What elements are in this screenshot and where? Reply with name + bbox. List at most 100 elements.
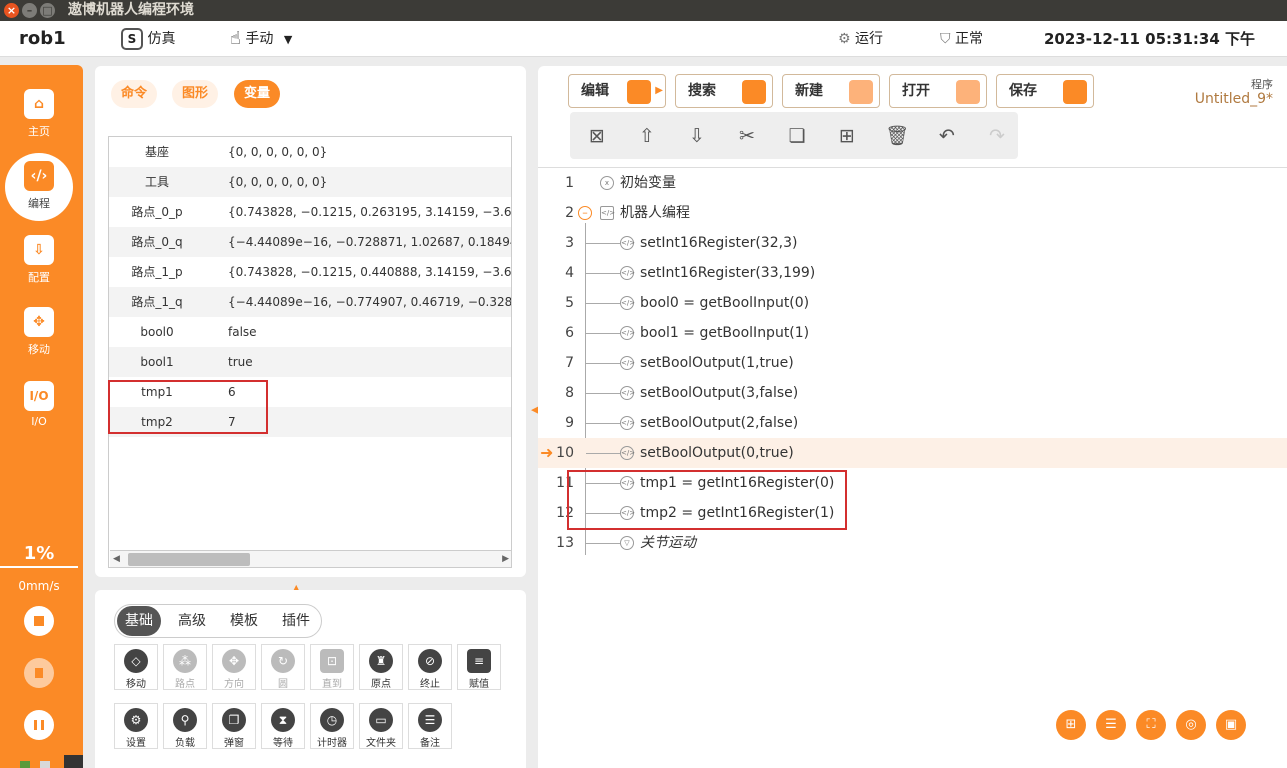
step-button[interactable] (24, 658, 54, 688)
cmd-circle-button[interactable]: ↻ 圆 (261, 644, 305, 690)
table-row[interactable]: 路点_0_q {−4.44089e−16, −0.728871, 1.02687,… (109, 227, 511, 257)
cmd-timer-button[interactable]: ◷ 计时器 (310, 703, 354, 749)
cmd-waypoint-button[interactable]: ⁂ 路点 (163, 644, 207, 690)
move-down-icon[interactable]: ⇩ (685, 124, 709, 148)
program-line[interactable]: 8 </> setBoolOutput(3,false) (538, 378, 1287, 408)
tab-commands[interactable]: 命令 (111, 80, 158, 108)
program-line[interactable]: 2– </> 机器人编程 (538, 198, 1287, 228)
var-value: {0, 0, 0, 0, 0, 0} (228, 145, 328, 159)
speed-percent[interactable]: 1% (0, 543, 78, 568)
table-row[interactable]: bool0 false (109, 317, 511, 347)
nav-io[interactable]: I/O I/O (0, 381, 78, 428)
table-row[interactable]: 路点_0_p {0.743828, −0.1215, 0.263195, 3.14… (109, 197, 511, 227)
trash-icon[interactable]: 🗑 (885, 124, 909, 148)
save-button[interactable]: 保存 (996, 74, 1094, 108)
table-row[interactable]: 工具 {0, 0, 0, 0, 0, 0} (109, 167, 511, 197)
line-text: 关节运动 (640, 535, 696, 551)
line-number: 6 (565, 325, 574, 341)
cmd-origin-button[interactable]: ♜ 原点 (359, 644, 403, 690)
cmd-label: 备注 (420, 738, 440, 749)
table-row[interactable]: 路点_1_q {−4.44089e−16, −0.774907, 0.46719,… (109, 287, 511, 317)
program-line[interactable]: 3 </> setInt16Register(32,3) (538, 228, 1287, 258)
cmd-comment-button[interactable]: ☰ 备注 (408, 703, 452, 749)
mode-dropdown[interactable]: ☝ 手动 ▼ (230, 21, 292, 57)
cmd-folder-button[interactable]: ▭ 文件夹 (359, 703, 403, 749)
line-text: setBoolOutput(3,false) (640, 385, 799, 401)
nav-move[interactable]: ✥ 移动 (0, 307, 78, 357)
tree-view-icon[interactable]: ⊞ (1056, 710, 1086, 740)
search-button[interactable]: 搜索 (675, 74, 773, 108)
mode-label: 手动 (245, 31, 274, 47)
tab-template[interactable]: 模板 (222, 606, 266, 636)
program-line[interactable]: 7 </> setBoolOutput(1,true) (538, 348, 1287, 378)
fullscreen-icon[interactable]: ⛶ (1136, 710, 1166, 740)
redo-icon[interactable]: ↷ (985, 124, 1009, 148)
list-view-icon[interactable]: ☰ (1096, 710, 1126, 740)
tab-basic[interactable]: 基础 (117, 606, 161, 636)
tab-variables[interactable]: 变量 (234, 80, 281, 108)
tree-branch (586, 303, 620, 304)
program-line[interactable]: 1 x 初始变量 (538, 168, 1287, 198)
table-row[interactable]: 基座 {0, 0, 0, 0, 0, 0} (109, 137, 511, 167)
nav-home[interactable]: ⌂ 主页 (0, 89, 78, 139)
var-value: {−4.44089e−16, −0.728871, 1.02687, 0.184… (228, 235, 511, 249)
nav-config[interactable]: ⇩ 配置 (0, 235, 78, 285)
program-block-icon: </> (600, 206, 615, 220)
undo-icon[interactable]: ↶ (935, 124, 959, 148)
scrollbar-thumb[interactable] (128, 553, 250, 566)
stop-button[interactable] (24, 606, 54, 636)
nav-programming[interactable]: ‹/› 编程 (5, 153, 73, 221)
horizontal-scrollbar[interactable]: ◀ ▶ (110, 550, 511, 567)
tab-advanced[interactable]: 高级 (170, 606, 214, 636)
cmd-move-button[interactable]: ◇ 移动 (114, 644, 158, 690)
open-button[interactable]: 打开 (889, 74, 987, 108)
new-button[interactable]: 新建 (782, 74, 880, 108)
line-number: 10 (556, 445, 574, 461)
cmd-popup-button[interactable]: ❐ 弹窗 (212, 703, 256, 749)
minimize-window-icon[interactable]: – (22, 3, 37, 18)
program-panel: 编辑 ▶ 搜索 新建 打开 保存 程序 Untitled_9* ⊠ ⇧ ⇩ ✂ ❏… (538, 66, 1287, 768)
target-icon[interactable]: ◎ (1176, 710, 1206, 740)
add-file-icon (849, 80, 873, 104)
simulation-toggle[interactable]: S 仿真 (121, 21, 175, 57)
program-line[interactable]: 5 </> bool0 = getBoolInput(0) (538, 288, 1287, 318)
scroll-left-icon[interactable]: ◀ (113, 554, 120, 564)
cmd-stop-button[interactable]: ⊘ 终止 (408, 644, 452, 690)
move-up-icon[interactable]: ⇧ (635, 124, 659, 148)
cut-icon[interactable]: ✂ (735, 124, 759, 148)
maximize-window-icon[interactable]: □ (40, 3, 55, 18)
table-row[interactable]: bool1 true (109, 347, 511, 377)
dock-item-dark[interactable] (64, 755, 83, 768)
cmd-payload-button[interactable]: ⚲ 负载 (163, 703, 207, 749)
cmd-assign-button[interactable]: ≡ 赋值 (457, 644, 501, 690)
var-name: 路点_0_p (131, 205, 183, 219)
cmd-wait-button[interactable]: ⧗ 等待 (261, 703, 305, 749)
delete-block-icon[interactable]: ⊠ (585, 124, 609, 148)
console-icon[interactable]: ▣ (1216, 710, 1246, 740)
cmd-direction-button[interactable]: ✥ 方向 (212, 644, 256, 690)
scroll-right-icon[interactable]: ▶ (502, 554, 509, 564)
tab-plugin[interactable]: 插件 (274, 606, 318, 636)
tree-branch (586, 393, 620, 394)
table-row[interactable]: 路点_1_p {0.743828, −0.1215, 0.440888, 3.14… (109, 257, 511, 287)
speed-value: 0mm/s (18, 579, 60, 593)
program-line[interactable]: 9 </> setBoolOutput(2,false) (538, 408, 1287, 438)
init-variable-icon: x (600, 176, 614, 190)
pause-button[interactable] (24, 710, 54, 740)
dock-item-white[interactable] (40, 761, 50, 768)
nav-config-label: 配置 (28, 271, 50, 284)
paste-icon[interactable]: ⊞ (835, 124, 859, 148)
close-window-icon[interactable]: × (4, 3, 19, 18)
collapse-icon[interactable]: – (578, 206, 592, 220)
tab-graphics[interactable]: 图形 (172, 80, 219, 108)
cmd-settings-button[interactable]: ⚙ 设置 (114, 703, 158, 749)
program-line[interactable]: 13 ▽ 关节运动 (538, 528, 1287, 558)
copy-icon[interactable]: ❏ (785, 124, 809, 148)
edit-button[interactable]: 编辑 ▶ (568, 74, 666, 108)
program-line-current[interactable]: ➜ 10 </> setBoolOutput(0,true) (538, 438, 1287, 468)
cmd-label: 路点 (175, 679, 195, 690)
dock-item-green[interactable] (20, 761, 30, 768)
program-line[interactable]: 4 </> setInt16Register(33,199) (538, 258, 1287, 288)
program-line[interactable]: 6 </> bool1 = getBoolInput(1) (538, 318, 1287, 348)
cmd-until-button[interactable]: ⊡ 直到 (310, 644, 354, 690)
